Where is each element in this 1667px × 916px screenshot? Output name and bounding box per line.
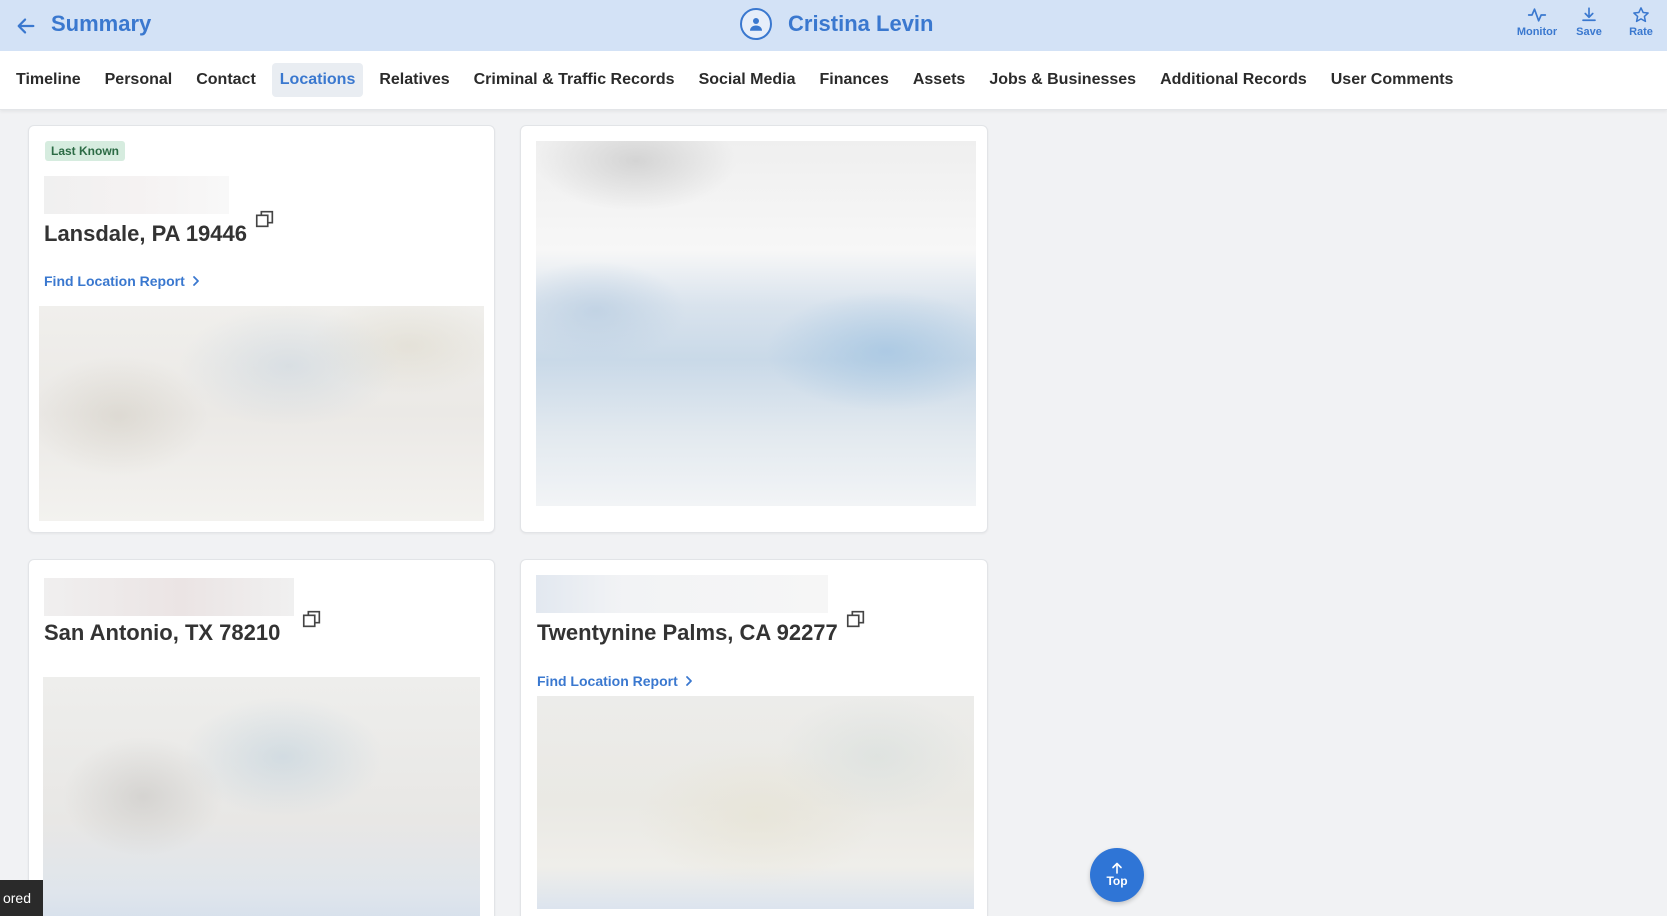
- section-tabs: Timeline Personal Contact Locations Rela…: [0, 51, 1667, 110]
- arrow-up-icon: [1112, 862, 1122, 874]
- blurred-street-address: [44, 578, 294, 616]
- sponsored-tag: ored: [0, 880, 43, 916]
- monitor-label: Monitor: [1516, 26, 1558, 38]
- avatar: [740, 8, 772, 40]
- copy-icon[interactable]: [301, 608, 323, 630]
- activity-icon: [1527, 8, 1547, 22]
- copy-icon[interactable]: [845, 608, 867, 630]
- rate-label: Rate: [1629, 26, 1653, 38]
- location-address: Lansdale, PA 19446: [44, 221, 247, 246]
- location-address: Twentynine Palms, CA 92277: [537, 620, 838, 645]
- tab-locations[interactable]: Locations: [271, 63, 364, 97]
- blurred-street-address: [536, 575, 828, 613]
- find-location-report-label: Find Location Report: [537, 673, 678, 689]
- tab-criminal-traffic-records[interactable]: Criminal & Traffic Records: [466, 63, 683, 97]
- person-icon: [750, 18, 762, 31]
- location-map[interactable]: [536, 141, 976, 506]
- location-map[interactable]: [43, 677, 480, 916]
- tab-social-media[interactable]: Social Media: [691, 63, 804, 97]
- arrow-left-icon: [17, 18, 35, 34]
- find-location-report-link[interactable]: Find Location Report: [44, 273, 201, 289]
- location-map[interactable]: [537, 696, 974, 909]
- tab-user-comments[interactable]: User Comments: [1323, 63, 1462, 97]
- location-card: Last Known Lansdale, PA 19446 Find Locat…: [28, 125, 495, 533]
- person-name: Cristina Levin: [788, 11, 934, 36]
- find-location-report-label: Find Location Report: [44, 273, 185, 289]
- monitor-button[interactable]: Monitor: [1511, 6, 1563, 38]
- save-button[interactable]: Save: [1563, 6, 1615, 38]
- blurred-street-address: [44, 176, 229, 214]
- last-known-badge: Last Known: [45, 141, 125, 161]
- tab-personal[interactable]: Personal: [97, 63, 181, 97]
- location-card: [520, 125, 988, 533]
- tab-finances[interactable]: Finances: [811, 63, 896, 97]
- location-card: Twentynine Palms, CA 92277 Find Location…: [520, 559, 988, 916]
- location-card: San Antonio, TX 78210: [28, 559, 495, 916]
- tab-timeline[interactable]: Timeline: [8, 63, 89, 97]
- sponsored-label: ored: [2, 890, 31, 906]
- location-map[interactable]: [39, 306, 484, 521]
- top-label: Top: [1106, 874, 1128, 888]
- tab-contact[interactable]: Contact: [188, 63, 264, 97]
- rate-button[interactable]: Rate: [1615, 6, 1667, 38]
- tab-additional-records[interactable]: Additional Records: [1152, 63, 1315, 97]
- tab-jobs-businesses[interactable]: Jobs & Businesses: [981, 63, 1144, 97]
- back-button[interactable]: [12, 12, 40, 40]
- location-address: San Antonio, TX 78210: [44, 620, 281, 645]
- copy-icon[interactable]: [254, 208, 276, 230]
- find-location-report-link[interactable]: Find Location Report: [537, 673, 694, 689]
- star-icon: [1633, 7, 1649, 23]
- person-header: Cristina Levin: [740, 8, 933, 40]
- top-header: Summary Cristina Levin Monitor Save Rate: [0, 0, 1667, 51]
- summary-title[interactable]: Summary: [51, 11, 151, 37]
- chevron-right-icon: [685, 676, 692, 686]
- download-icon: [1582, 7, 1596, 22]
- chevron-right-icon: [192, 276, 199, 286]
- tab-relatives[interactable]: Relatives: [371, 63, 457, 97]
- header-actions: Monitor Save Rate: [1511, 6, 1667, 38]
- scroll-top-button[interactable]: Top: [1090, 848, 1144, 902]
- tab-assets[interactable]: Assets: [905, 63, 973, 97]
- save-label: Save: [1576, 26, 1602, 38]
